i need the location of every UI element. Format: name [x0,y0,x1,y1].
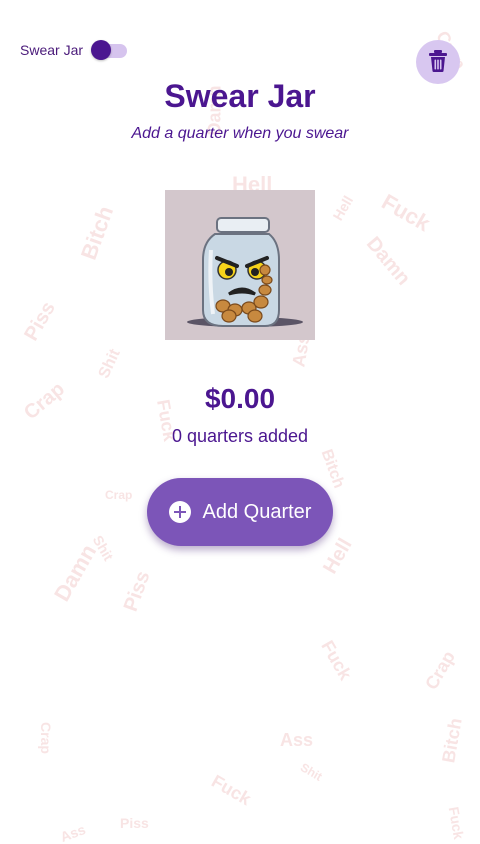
add-quarter-button[interactable]: Add Quarter [147,478,333,546]
quarter-count: 0 quarters added [171,426,309,446]
swear-jar-toggle-row: Swear Jar [20,40,131,60]
watermark-word: Shit [89,532,117,564]
watermark-word: Bitch [438,716,466,765]
watermark-word: Damn [49,540,102,606]
toggle-label: Swear Jar [20,42,84,58]
watermark-word: Piss [120,815,149,831]
watermark-word: Fuck [317,637,356,684]
watermark-word: Shit [95,346,124,382]
watermark-word: Ass [280,730,314,750]
watermark-word: Piss [20,297,60,345]
page-subtitle: Add a quarter when you swear [131,125,349,142]
watermark-word: Bitch [317,447,348,491]
swear-jar-screen: Hell Fuck Damn Bitch Piss Shit Crap Ass Fuck Bitc… [0,0,480,844]
angry-jar-illustration [187,217,303,327]
total-amount: $0.00 [204,383,276,414]
watermark-word: Crap [421,647,459,694]
watermark-word: Shit [298,760,325,784]
watermark-word: Hell [329,192,357,224]
add-quarter-label: Add Quarter [202,500,312,523]
watermark-word: Fuck [208,770,255,810]
watermark-word: Piss [119,568,155,615]
page-title: Swear Jar [164,78,316,114]
toggle-thumb [91,40,112,60]
jar-image [165,190,315,340]
watermark-word: Fuck [445,805,468,841]
watermark-word: Hell [319,534,357,578]
watermark-word: Crap [105,488,133,502]
watermark-word: Ass [58,821,88,844]
swear-jar-toggle-switch[interactable] [91,40,131,60]
watermark-word: Damn [361,232,415,290]
plus-circle-icon [168,501,191,523]
watermark-word: Crap [37,722,54,754]
watermark-word: Bitch [75,202,119,263]
trash-icon [428,49,448,75]
watermark-word: Fuck [377,188,435,237]
